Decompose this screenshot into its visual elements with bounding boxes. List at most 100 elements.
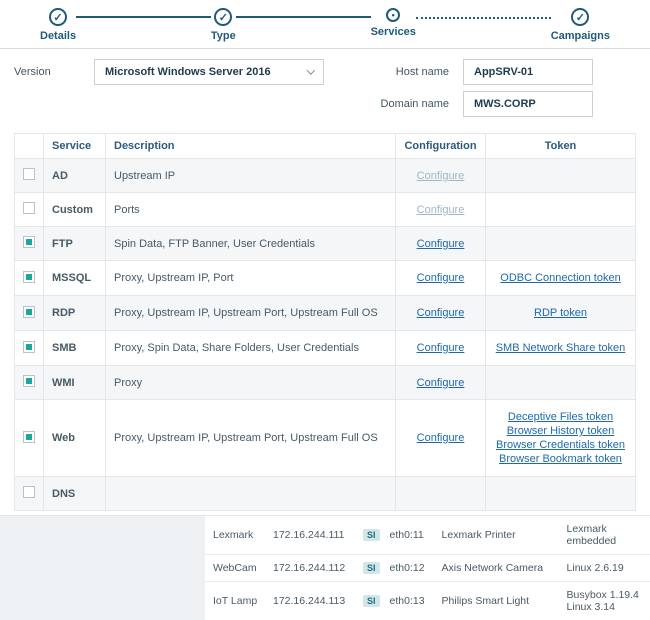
version-value: Microsoft Windows Server 2016	[105, 66, 271, 78]
token-link[interactable]: SMB Network Share token	[494, 342, 627, 354]
step-connector	[416, 17, 551, 19]
device-badge: SI	[363, 595, 380, 607]
device-ip: 172.16.244.111	[273, 529, 353, 541]
step-dot-current: •	[386, 8, 400, 22]
service-checkbox[interactable]	[23, 168, 35, 180]
table-row: DNS	[15, 477, 636, 511]
service-name: FTP	[44, 227, 106, 261]
configure-link[interactable]: Configure	[417, 342, 465, 354]
service-description: Proxy, Upstream IP, Upstream Port, Upstr…	[106, 400, 396, 477]
device-row[interactable]: IoT Lamp172.16.244.113SIeth0:13Philips S…	[205, 582, 650, 620]
service-token-cell: Deceptive Files token Browser History tok…	[486, 400, 636, 477]
step-type[interactable]: ✓ Type	[211, 8, 236, 42]
step-services[interactable]: • Services	[371, 8, 416, 38]
service-description	[106, 477, 396, 511]
device-badge: SI	[363, 529, 380, 541]
step-connector	[76, 16, 211, 18]
domain-value: MWS.CORP	[474, 98, 536, 110]
table-row: CustomPortsConfigure	[15, 193, 636, 227]
step-campaigns[interactable]: ✓ Campaigns	[551, 8, 610, 42]
service-configuration-cell: Configure	[396, 400, 486, 477]
configure-link[interactable]: Configure	[417, 432, 465, 444]
token-link[interactable]: Browser Credentials token	[494, 439, 627, 451]
table-row: ADUpstream IPConfigure	[15, 159, 636, 193]
domain-label: Domain name	[374, 98, 449, 110]
service-checkbox[interactable]	[23, 486, 35, 498]
service-token-cell	[486, 193, 636, 227]
service-token-cell	[486, 366, 636, 400]
device-model: Philips Smart Light	[442, 595, 557, 607]
token-link[interactable]: Browser Bookmark token	[494, 453, 627, 465]
table-row: WebProxy, Upstream IP, Upstream Port, Up…	[15, 400, 636, 477]
service-token-cell: ODBC Connection token	[486, 261, 636, 296]
configure-link[interactable]: Configure	[417, 307, 465, 319]
service-token-cell	[486, 159, 636, 193]
device-interface: eth0:13	[390, 595, 432, 607]
configure-link: Configure	[417, 170, 465, 182]
service-checkbox[interactable]	[23, 341, 35, 353]
service-token-cell: SMB Network Share token	[486, 331, 636, 366]
service-name: SMB	[44, 331, 106, 366]
device-ip: 172.16.244.113	[273, 595, 353, 607]
step-details[interactable]: ✓ Details	[40, 8, 76, 42]
service-name: AD	[44, 159, 106, 193]
service-checkbox[interactable]	[23, 375, 35, 387]
service-description: Proxy, Upstream IP, Port	[106, 261, 396, 296]
table-row: SMBProxy, Spin Data, Share Folders, User…	[15, 331, 636, 366]
device-name: Lexmark	[213, 529, 263, 541]
service-description: Proxy	[106, 366, 396, 400]
service-configuration-cell: Configure	[396, 193, 486, 227]
service-description: Proxy, Spin Data, Share Folders, User Cr…	[106, 331, 396, 366]
service-name: WMI	[44, 366, 106, 400]
service-checkbox[interactable]	[23, 202, 35, 214]
device-model: Axis Network Camera	[442, 562, 557, 574]
service-configuration-cell: Configure	[396, 227, 486, 261]
service-token-cell	[486, 477, 636, 511]
token-link[interactable]: Browser History token	[494, 425, 627, 437]
devices-list: Lexmark 172.16.244.111 SI eth0:11 Lexmark Pr…	[205, 516, 650, 620]
device-row[interactable]: WebCam172.16.244.112SIeth0:12Axis Networ…	[205, 555, 650, 582]
chevron-down-icon: ⌵	[307, 66, 315, 79]
domain-field[interactable]: MWS.CORP	[463, 91, 593, 117]
configure-link[interactable]: Configure	[417, 272, 465, 284]
service-checkbox[interactable]	[23, 431, 35, 443]
version-label: Version	[14, 66, 74, 78]
device-os: Linux 2.6.19	[567, 562, 642, 574]
device-model: Lexmark Printer	[442, 529, 557, 541]
service-description: Ports	[106, 193, 396, 227]
token-link[interactable]: Deceptive Files token	[494, 411, 627, 423]
configure-link[interactable]: Configure	[417, 238, 465, 250]
service-name: Web	[44, 400, 106, 477]
token-link[interactable]: ODBC Connection token	[494, 272, 627, 284]
service-configuration-cell: Configure	[396, 261, 486, 296]
device-interface: eth0:11	[390, 529, 432, 541]
service-configuration-cell: Configure	[396, 366, 486, 400]
service-description: Spin Data, FTP Banner, User Credentials	[106, 227, 396, 261]
service-configuration-cell	[396, 477, 486, 511]
hostname-field[interactable]: AppSRV-01	[463, 59, 593, 85]
configure-link[interactable]: Configure	[417, 377, 465, 389]
col-check	[15, 134, 44, 159]
device-ip: 172.16.244.112	[273, 562, 353, 574]
wizard-stepper: ✓ Details ✓ Type • Services ✓ Campaigns	[0, 0, 650, 46]
service-name: RDP	[44, 296, 106, 331]
device-os: Lexmark embedded	[567, 523, 642, 547]
step-label: Type	[211, 30, 236, 42]
service-checkbox[interactable]	[23, 236, 35, 248]
table-row: WMIProxy Configure	[15, 366, 636, 400]
version-select[interactable]: Microsoft Windows Server 2016 ⌵	[94, 59, 324, 85]
configure-link: Configure	[417, 204, 465, 216]
col-token: Token	[486, 134, 636, 159]
device-row[interactable]: Lexmark 172.16.244.111 SI eth0:11 Lexmark Pr…	[205, 516, 650, 555]
table-row: FTPSpin Data, FTP Banner, User Credentia…	[15, 227, 636, 261]
token-link[interactable]: RDP token	[494, 307, 627, 319]
service-token-cell	[486, 227, 636, 261]
service-checkbox[interactable]	[23, 306, 35, 318]
check-icon: ✓	[49, 8, 67, 26]
service-name: DNS	[44, 477, 106, 511]
device-interface: eth0:12	[390, 562, 432, 574]
check-icon: ✓	[214, 8, 232, 26]
col-service: Service	[44, 134, 106, 159]
service-checkbox[interactable]	[23, 271, 35, 283]
services-table-wrap: Service Description Configuration Token …	[0, 133, 650, 515]
